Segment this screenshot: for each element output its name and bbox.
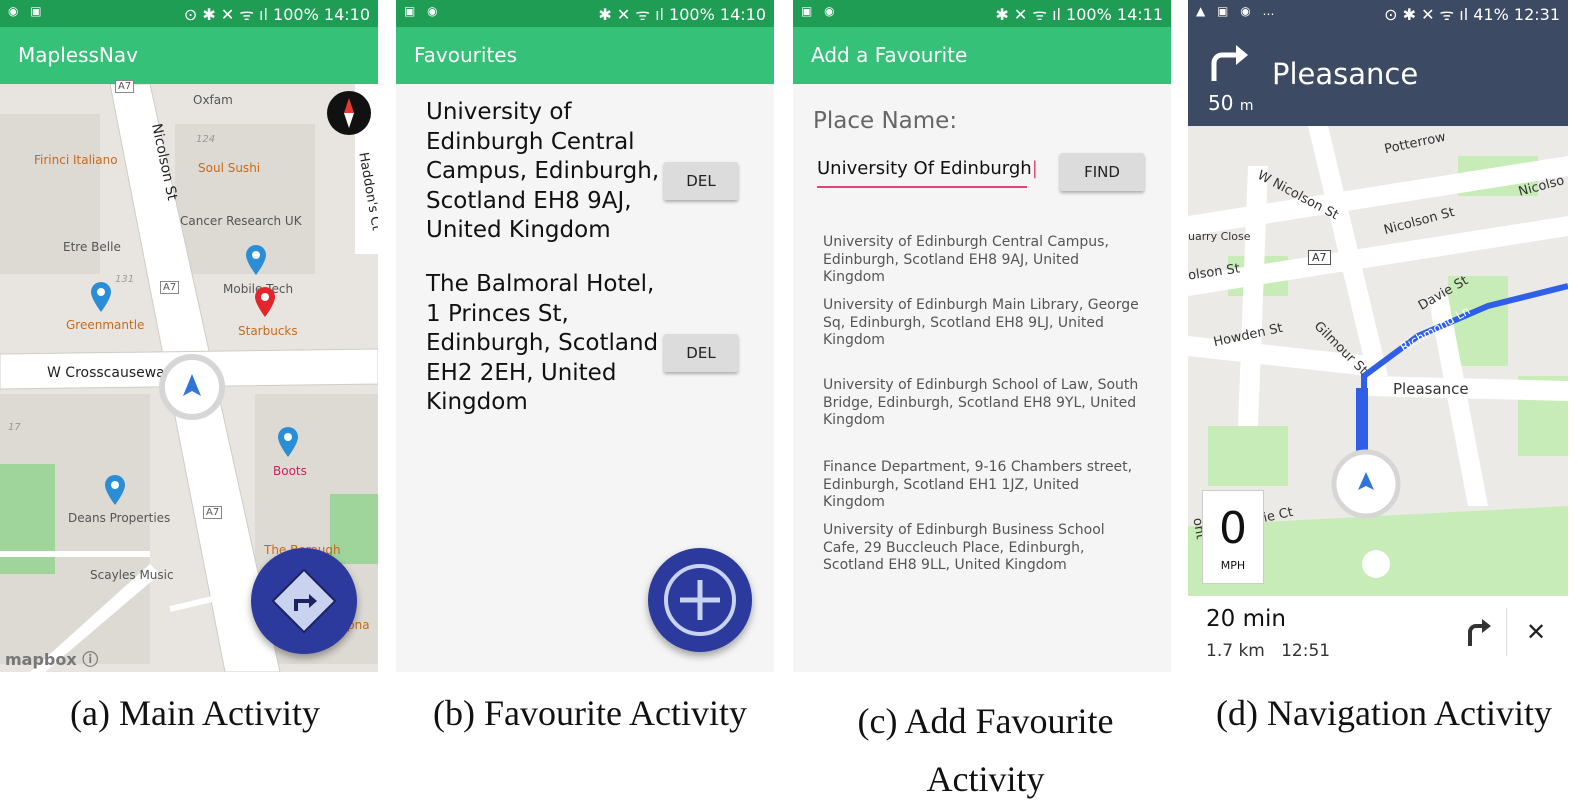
notification-icons: ◉ ▣ [8, 4, 46, 18]
trip-duration: 20 min [1206, 606, 1286, 632]
favourite-item-text: University of Edinburgh Central Campus, … [426, 99, 660, 243]
map-label-boots: Boots [273, 464, 307, 478]
trip-distance: 1.7 km [1206, 641, 1265, 661]
street-label: Pleasance [1393, 380, 1469, 398]
place-name-input[interactable]: University Of Edinburgh| [817, 158, 1038, 188]
map-pin-icon[interactable] [254, 286, 276, 318]
delete-favourite-button[interactable]: DEL [664, 162, 738, 200]
speed-unit: MPH [1220, 559, 1246, 572]
user-location-icon [159, 354, 225, 420]
status-bar: ▲ ▣ ◉ … ⊙ ✱ ✕ ᯤ ıl 41% 12:31 [1188, 0, 1568, 27]
status-bar: ▣ ◉ ✱ ✕ ᯤ ıl 100% 14:10 [396, 0, 774, 27]
app-title: Add a Favourite [811, 43, 968, 67]
search-result-item[interactable]: Finance Department, 9-16 Chambers street… [823, 459, 1143, 512]
find-button[interactable]: FIND [1060, 153, 1144, 191]
app-title: Favourites [414, 43, 518, 67]
battery-level: 100% [669, 5, 715, 24]
app-title: MaplessNav [18, 43, 138, 67]
instruction-banner: 50 m Pleasance [1188, 27, 1568, 126]
place-name-value: University Of Edinburgh [817, 158, 1032, 179]
map-label-scayles: Scayles Music [90, 568, 174, 582]
battery-level: 41% [1473, 5, 1509, 24]
mapbox-logo: mapbox [5, 650, 77, 669]
map-pin-icon[interactable] [90, 281, 112, 313]
favourite-item-text: The Balmoral Hotel, 1 Princes St, Edinbu… [426, 271, 659, 415]
map-pin-icon[interactable] [277, 426, 299, 458]
caption-navigation-activity: (d) Navigation Activity [1216, 693, 1552, 733]
info-icon[interactable]: ⓘ [82, 650, 98, 669]
instruction-distance: 50 [1208, 91, 1234, 115]
map-number: 17 [8, 422, 21, 433]
notification-icons: ▲ ▣ ◉ … [1196, 4, 1279, 18]
map-number: 131 [115, 274, 135, 285]
system-icons: ⊙ ✱ ✕ ᯤ ıl [1384, 5, 1474, 24]
add-favourite-screen: ▣ ◉ ✱ ✕ ᯤ ıl 100% 14:11 Add a Favourite … [793, 0, 1171, 672]
turn-right-icon[interactable] [1460, 616, 1492, 648]
street-label-w-crosscauseway: W Crosscauseway [47, 365, 174, 381]
turn-right-icon [1211, 45, 1248, 81]
map-label-deans: Deans Properties [68, 511, 171, 525]
battery-level: 100% [273, 5, 319, 24]
notification-icons: ▣ ◉ [801, 4, 839, 18]
add-icon [664, 564, 736, 636]
road-shield-a7: A7 [203, 506, 223, 519]
map-label-starbucks: Starbucks [238, 324, 298, 338]
favourite-activity-screen: ▣ ◉ ✱ ✕ ᯤ ıl 100% 14:10 Favourites Unive… [396, 0, 774, 672]
notification-icons: ▣ ◉ [404, 4, 442, 18]
map-pin-icon[interactable] [245, 244, 267, 276]
map-label-firinci: Firinci Italiano [34, 153, 118, 167]
app-bar: Add a Favourite [793, 27, 1171, 84]
delete-favourite-button[interactable]: DEL [664, 334, 738, 372]
close-icon[interactable]: ✕ [1526, 618, 1546, 646]
place-name-label: Place Name: [813, 108, 958, 134]
search-result-item[interactable]: University of Edinburgh Main Library, Ge… [823, 297, 1143, 350]
caption-line: (c) Add Favourite [857, 701, 1114, 741]
search-result-item[interactable]: University of Edinburgh Business School … [823, 522, 1143, 575]
road-shield-a7: A7 [115, 80, 135, 93]
instruction-unit: m [1239, 98, 1254, 114]
main-activity-screen: ◉ ▣ ⊙ ✱ ✕ ᯤ ıl 100% 14:10 MaplessNav Oxf… [0, 0, 378, 672]
caption-add-favourite-activity: (c) Add Favourite Activity [793, 692, 1178, 808]
divider [1506, 608, 1507, 656]
status-bar: ◉ ▣ ⊙ ✱ ✕ ᯤ ıl 100% 14:10 [0, 0, 378, 27]
map-label-oxfam: Oxfam [193, 93, 233, 107]
map-label-cancer-research: Cancer Research UK [180, 214, 302, 228]
speed-value: 0 [1219, 503, 1247, 554]
app-bar: Favourites [396, 27, 774, 84]
search-result-item[interactable]: University of Edinburgh Central Campus, … [823, 234, 1143, 287]
status-time: 14:10 [719, 5, 766, 24]
system-icons: ⊙ ✱ ✕ ᯤ ıl [183, 5, 274, 24]
navigate-button[interactable] [251, 548, 357, 654]
speedometer: 0 MPH [1202, 490, 1264, 584]
directions-icon [271, 568, 337, 634]
status-time: 14:10 [323, 5, 370, 24]
status-time: 12:31 [1513, 5, 1560, 24]
battery-level: 100% [1066, 5, 1112, 24]
caption-favourite-activity: (b) Favourite Activity [433, 693, 747, 733]
road-shield-a7: A7 [160, 281, 180, 294]
map-label-greenmantle: Greenmantle [66, 318, 145, 332]
search-result-item[interactable]: University of Edinburgh School of Law, S… [823, 377, 1143, 430]
map-label-etre-belle: Etre Belle [63, 240, 121, 254]
map-pin-icon[interactable] [104, 474, 126, 506]
system-icons: ✱ ✕ ᯤ ıl [995, 5, 1067, 24]
status-time: 14:11 [1116, 5, 1163, 24]
add-favourite-button[interactable] [648, 548, 752, 652]
navigation-activity-screen: ▲ ▣ ◉ … ⊙ ✱ ✕ ᯤ ıl 41% 12:31 50 m Pleasa… [1188, 0, 1568, 672]
map-label-soul-sushi: Soul Sushi [198, 161, 261, 175]
system-icons: ✱ ✕ ᯤ ıl [598, 5, 670, 24]
trip-arrival: 12:51 [1281, 641, 1331, 661]
instruction-street: Pleasance [1272, 57, 1419, 91]
caption-main-activity: (a) Main Activity [70, 693, 320, 733]
compass-icon[interactable] [326, 90, 372, 136]
road-shield-a7: A7 [1308, 250, 1331, 265]
map-number: 124 [196, 134, 216, 145]
text-cursor: | [1031, 158, 1038, 179]
caption-line: Activity [926, 759, 1045, 799]
status-bar: ▣ ◉ ✱ ✕ ᯤ ıl 100% 14:11 [793, 0, 1171, 27]
street-label: uarry Close [1188, 230, 1251, 243]
app-bar: MaplessNav [0, 27, 378, 84]
trip-summary-bar: 20 min 1.7 km 12:51 ✕ [1188, 596, 1568, 672]
